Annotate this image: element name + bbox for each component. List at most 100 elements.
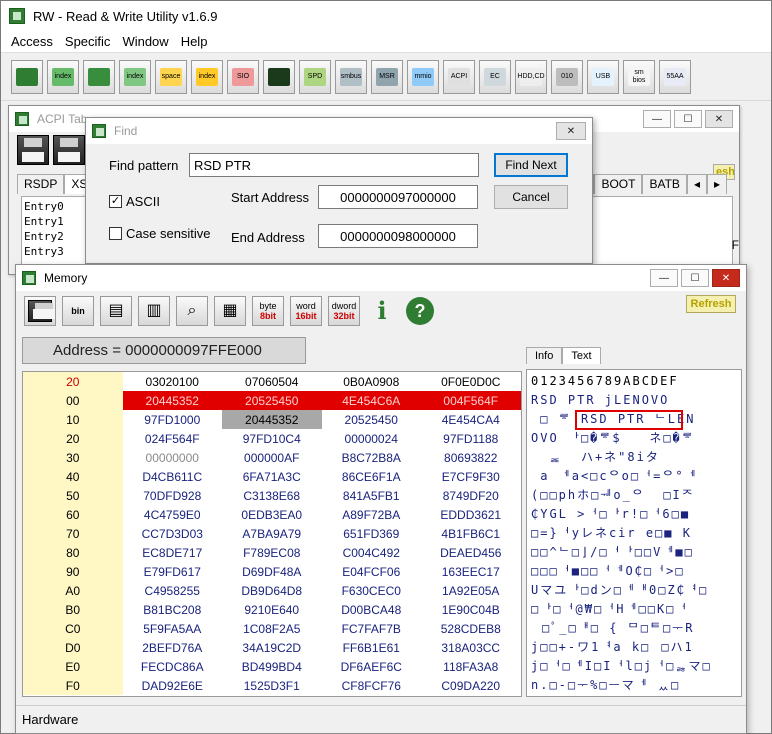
pci-button[interactable] bbox=[11, 59, 43, 94]
end-address-input[interactable] bbox=[318, 224, 478, 248]
hex-cell[interactable]: A89F72BA bbox=[322, 505, 422, 524]
menu-access[interactable]: Access bbox=[5, 34, 59, 49]
hex-cell[interactable]: 34A19C2D bbox=[222, 638, 322, 657]
hex-cell[interactable]: 004F564F bbox=[421, 391, 521, 410]
find-next-button[interactable]: Find Next bbox=[494, 153, 568, 177]
hex-cell[interactable]: 000000AF bbox=[222, 448, 322, 467]
hex-cell[interactable]: 4E454C6A bbox=[321, 391, 421, 410]
menu-window[interactable]: Window bbox=[116, 34, 174, 49]
hex-cell[interactable]: 20445352 bbox=[122, 391, 222, 410]
tab-info[interactable]: Info bbox=[526, 347, 563, 364]
hex-cell[interactable]: 20525450 bbox=[322, 410, 422, 429]
hex-cell[interactable]: 20525450 bbox=[222, 391, 322, 410]
ec-button[interactable]: EC bbox=[479, 59, 511, 94]
memory-minimize-button[interactable]: — bbox=[650, 269, 678, 287]
hex-cell[interactable]: 5F9FA5AA bbox=[123, 619, 223, 638]
hex-cell[interactable]: 1525D3F1 bbox=[222, 676, 322, 695]
save-bin-button[interactable]: bin bbox=[62, 296, 94, 326]
hex-cell[interactable]: 2BEFD76A bbox=[123, 638, 223, 657]
hex-cell[interactable]: E04FCF06 bbox=[322, 562, 422, 581]
hex-cell[interactable]: FF6B1E61 bbox=[322, 638, 422, 657]
hex-cell[interactable]: 86CE6F1A bbox=[322, 467, 422, 486]
hex-cell[interactable]: BD499BD4 bbox=[222, 657, 322, 676]
hex-cell[interactable]: 4B1FB6C1 bbox=[421, 524, 521, 543]
hex-cell[interactable]: C3138E68 bbox=[222, 486, 322, 505]
hex-cell[interactable]: E7CF9F30 bbox=[421, 467, 521, 486]
hex-cell[interactable]: DAD92E6E bbox=[123, 676, 223, 695]
usb-button[interactable]: USB bbox=[587, 59, 619, 94]
hex-cell[interactable]: 4E454CA4 bbox=[421, 410, 521, 429]
hex-cell[interactable]: CC7D3D03 bbox=[123, 524, 223, 543]
dword-button[interactable]: dword 32bit bbox=[328, 296, 360, 326]
hex-cell[interactable]: 0F0E0D0C bbox=[421, 372, 521, 391]
hex-cell[interactable]: 97FD1188 bbox=[421, 429, 521, 448]
hex-cell[interactable]: C004C492 bbox=[322, 543, 422, 562]
find-button[interactable]: ⌕ bbox=[176, 296, 208, 326]
memory-index-button[interactable]: index bbox=[119, 59, 151, 94]
acpi-close-button[interactable]: ✕ bbox=[705, 110, 733, 128]
help-button[interactable]: ? bbox=[404, 296, 436, 326]
grid-button[interactable]: ▦ bbox=[214, 296, 246, 326]
hex-cell[interactable]: 6FA71A3C bbox=[222, 467, 322, 486]
compare-button[interactable]: ▥ bbox=[138, 296, 170, 326]
hex-cell[interactable]: 0B0A0908 bbox=[322, 372, 422, 391]
sio-button[interactable]: SIO bbox=[227, 59, 259, 94]
tab-rsdp[interactable]: RSDP bbox=[17, 174, 65, 194]
hex-cell[interactable]: 20445352 bbox=[222, 410, 322, 429]
refresh-button[interactable]: Refresh bbox=[686, 295, 736, 313]
memory-close-button[interactable]: ✕ bbox=[712, 269, 740, 287]
word-button[interactable]: word 16bit bbox=[290, 296, 322, 326]
byte-button[interactable]: byte 8bit bbox=[252, 296, 284, 326]
hex-cell[interactable]: F789EC08 bbox=[222, 543, 322, 562]
tab-boot[interactable]: BOOT bbox=[594, 174, 643, 194]
menu-specific[interactable]: Specific bbox=[59, 34, 117, 49]
acpi-maximize-button[interactable]: ☐ bbox=[674, 110, 702, 128]
hex-cell[interactable]: 528CDEB8 bbox=[421, 619, 521, 638]
hex-cell[interactable]: 163EEC17 bbox=[421, 562, 521, 581]
hex-cell[interactable]: 651FD369 bbox=[322, 524, 422, 543]
cmos-button[interactable]: 010 bbox=[551, 59, 583, 94]
hex-cell[interactable]: EDDD3621 bbox=[421, 505, 521, 524]
hex-cell[interactable]: 841A5FB1 bbox=[322, 486, 422, 505]
hex-cell[interactable]: E79FD617 bbox=[123, 562, 223, 581]
hex-cell[interactable]: F630CEC0 bbox=[322, 581, 422, 600]
cancel-button[interactable]: Cancel bbox=[494, 185, 568, 209]
hex-cell[interactable]: 1E90C04B bbox=[421, 600, 521, 619]
hex-cell[interactable]: 1A92E05A bbox=[421, 581, 521, 600]
hex-cell[interactable]: 8749DF20 bbox=[421, 486, 521, 505]
hex-cell[interactable]: C4958255 bbox=[123, 581, 223, 600]
hex-cell[interactable]: 07060504 bbox=[222, 372, 322, 391]
hex-cell[interactable]: 118FA3A8 bbox=[421, 657, 521, 676]
hex-cell[interactable]: A7BA9A79 bbox=[222, 524, 322, 543]
start-address-input[interactable] bbox=[318, 185, 478, 209]
menu-help[interactable]: Help bbox=[175, 34, 214, 49]
tab-batb[interactable]: BATB bbox=[642, 174, 687, 194]
hex-cell[interactable]: 318A03CC bbox=[421, 638, 521, 657]
tab-text[interactable]: Text bbox=[562, 347, 601, 364]
hex-cell[interactable]: DEAED456 bbox=[421, 543, 521, 562]
smbus-button[interactable]: smbus bbox=[335, 59, 367, 94]
hex-cell[interactable]: 00000000 bbox=[123, 448, 223, 467]
oscilloscope-button[interactable] bbox=[263, 59, 295, 94]
hex-cell[interactable]: 97FD1000 bbox=[123, 410, 223, 429]
hex-cell[interactable]: FC7FAF7B bbox=[322, 619, 422, 638]
hex-cell[interactable]: 1C08F2A5 bbox=[222, 619, 322, 638]
hdd-button[interactable]: HDD,CD bbox=[515, 59, 547, 94]
smbios-button[interactable]: sm bios bbox=[623, 59, 655, 94]
spd-button[interactable]: SPD bbox=[299, 59, 331, 94]
tab-scroll-left[interactable]: ◂ bbox=[686, 174, 707, 194]
hex-cell[interactable]: D4CB611C bbox=[123, 467, 223, 486]
case-sensitive-checkbox[interactable]: Case sensitive bbox=[109, 226, 211, 241]
io-index-button[interactable]: index bbox=[191, 59, 223, 94]
hex-cell[interactable]: D69DF48A bbox=[222, 562, 322, 581]
load-button[interactable]: ▤ bbox=[100, 296, 132, 326]
mmio-button[interactable]: mmio bbox=[407, 59, 439, 94]
io-space-button[interactable]: space bbox=[155, 59, 187, 94]
save-button[interactable] bbox=[24, 296, 56, 326]
hex-cell[interactable]: FECDC86A bbox=[123, 657, 223, 676]
hex-cell[interactable]: 03020100 bbox=[123, 372, 223, 391]
acpi-minimize-button[interactable]: — bbox=[643, 110, 671, 128]
tab-scroll-right[interactable]: ▸ bbox=[706, 174, 727, 194]
hex-cell[interactable]: 4C4759E0 bbox=[123, 505, 223, 524]
hex-cell[interactable]: EC8DE717 bbox=[123, 543, 223, 562]
